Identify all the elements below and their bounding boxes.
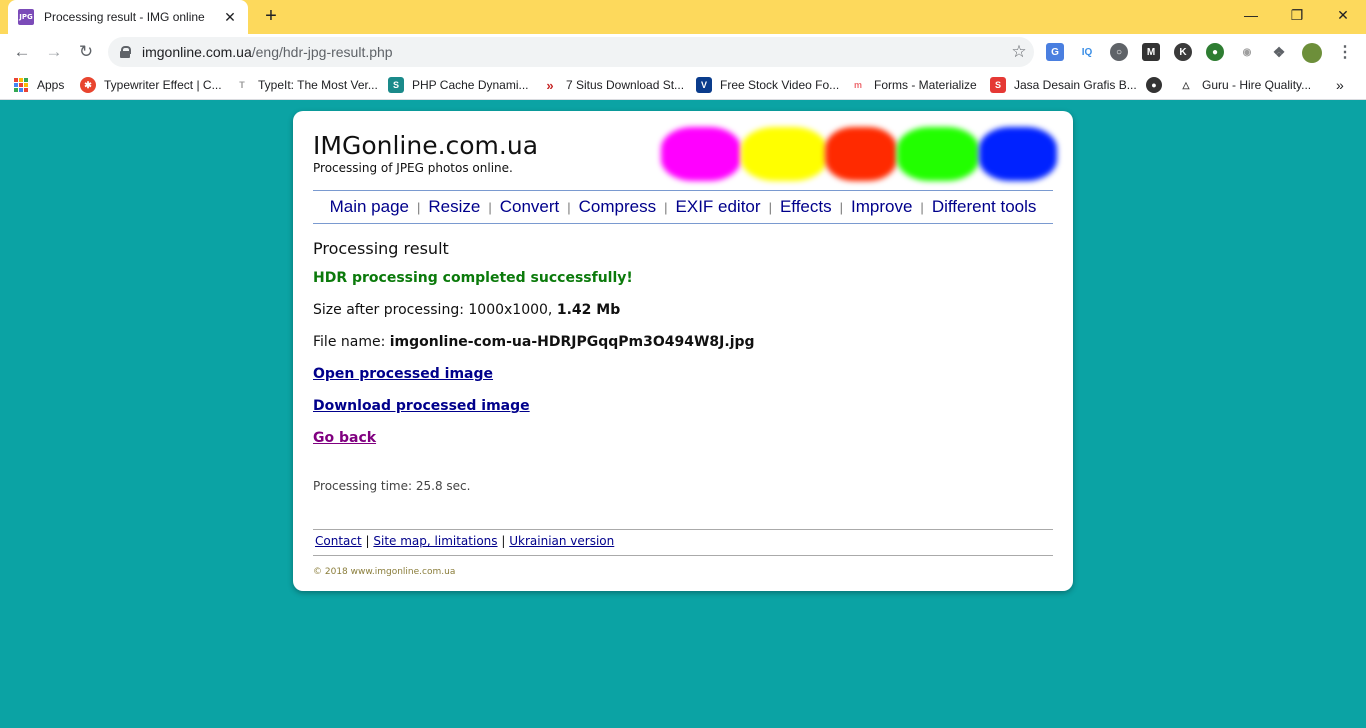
typeit-icon: T xyxy=(234,77,250,93)
nav-divider-bottom xyxy=(313,223,1053,224)
iq-extension-icon[interactable]: IQ xyxy=(1078,43,1096,61)
menu-dots-icon[interactable]: ⋮ xyxy=(1336,43,1354,61)
bookmark-php-cache[interactable]: S PHP Cache Dynami... xyxy=(388,76,529,94)
site-title[interactable]: IMGonline.com.ua xyxy=(313,131,538,160)
nav-separator: | xyxy=(416,199,421,215)
nav-separator: | xyxy=(664,199,668,215)
bookmark-jasa-desain[interactable]: S Jasa Desain Grafis B... xyxy=(990,76,1137,94)
footer-sitemap-link[interactable]: Site map, limitations xyxy=(373,534,497,548)
k-extension-icon[interactable]: K xyxy=(1174,43,1192,61)
open-image-link[interactable]: Open processed image xyxy=(313,366,493,382)
bookmark-star-icon[interactable]: ☆ xyxy=(1004,42,1034,62)
chevron-red-icon: » xyxy=(542,77,558,93)
google-translate-icon[interactable]: G xyxy=(1046,43,1064,61)
nav-separator: | xyxy=(768,199,772,215)
footer-separator: | xyxy=(365,534,370,548)
nav-separator: | xyxy=(920,199,924,215)
bookmarks-bar: Apps ✱ Typewriter Effect | C... T TypeIt… xyxy=(0,70,1366,100)
nav-separator: | xyxy=(839,199,843,215)
blue-blob xyxy=(979,127,1057,181)
nav-separator: | xyxy=(567,199,571,215)
m-extension-icon[interactable]: M xyxy=(1142,43,1160,61)
page-title: Processing result xyxy=(313,239,449,258)
profile-avatar-icon[interactable] xyxy=(1302,43,1322,63)
nav-improve[interactable]: Improve xyxy=(851,197,912,217)
footer-separator: | xyxy=(501,534,506,548)
size-info: Size after processing: 1000x1000, 1.42 M… xyxy=(313,302,620,318)
footer-ukrainian-link[interactable]: Ukrainian version xyxy=(509,534,614,548)
guru-icon: △ xyxy=(1178,77,1194,93)
bookmark-typewriter[interactable]: ✱ Typewriter Effect | C... xyxy=(80,76,222,94)
browser-tab[interactable]: JPG Processing result - IMG online ✕ xyxy=(8,0,248,34)
camera-extension-icon[interactable]: ◉ xyxy=(1238,43,1256,61)
green-blob xyxy=(897,127,979,181)
color-blobs-logo xyxy=(659,121,1059,185)
bookmark-materialize[interactable]: m Forms - Materialize xyxy=(850,76,977,94)
address-bar[interactable]: imgonline.com.ua/eng/hdr-jpg-result.php … xyxy=(108,37,1034,67)
apps-grid-icon xyxy=(14,78,28,92)
lock-icon[interactable] xyxy=(120,46,131,58)
footer-contact-link[interactable]: Contact xyxy=(315,534,362,548)
bookmark-guru[interactable]: △ Guru - Hire Quality... xyxy=(1178,76,1311,94)
bookmarks-overflow-icon[interactable]: » xyxy=(1336,76,1344,94)
nav-effects[interactable]: Effects xyxy=(780,197,832,217)
nav-separator: | xyxy=(488,199,492,215)
bookmark-free-stock-video[interactable]: V Free Stock Video Fo... xyxy=(696,76,839,94)
nav-exif-editor[interactable]: EXIF editor xyxy=(676,197,761,217)
page-card: IMGonline.com.ua Processing of JPEG phot… xyxy=(293,111,1073,591)
forward-arrow-icon[interactable]: → xyxy=(41,39,67,65)
bookmark-7-situs[interactable]: » 7 Situs Download St... xyxy=(542,76,684,94)
globe-icon: ● xyxy=(1146,77,1162,93)
size-label: Size after processing: xyxy=(313,302,464,318)
nav-convert[interactable]: Convert xyxy=(500,197,560,217)
reload-icon[interactable]: ↻ xyxy=(73,39,99,65)
nav-resize[interactable]: Resize xyxy=(428,197,480,217)
php-cache-icon: S xyxy=(388,77,404,93)
materialize-icon: m xyxy=(850,77,866,93)
puzzle-extensions-icon[interactable]: ❖ xyxy=(1270,43,1288,61)
browser-titlebar: JPG Processing result - IMG online ✕ + —… xyxy=(0,0,1366,34)
site-subtitle: Processing of JPEG photos online. xyxy=(313,161,513,175)
s-logo-icon: S xyxy=(990,77,1006,93)
restore-icon[interactable]: ❐ xyxy=(1274,0,1320,30)
footer-links: Contact | Site map, limitations | Ukrain… xyxy=(315,534,614,548)
file-label: File name: xyxy=(313,334,386,350)
file-name: imgonline-com-ua-HDRJPGqqPm3O494W8J.jpg xyxy=(389,334,755,350)
url-text[interactable]: imgonline.com.ua/eng/hdr-jpg-result.php xyxy=(142,44,1004,60)
copyright: © 2018 www.imgonline.com.ua xyxy=(313,567,456,577)
minimize-icon[interactable]: — xyxy=(1228,0,1274,30)
processing-time: Processing time: 25.8 sec. xyxy=(313,479,471,493)
yellow-blob xyxy=(741,127,827,181)
new-tab-icon[interactable]: + xyxy=(260,5,282,27)
bookmark-apps[interactable]: Apps xyxy=(14,76,64,94)
browser-toolbar: ← → ↻ imgonline.com.ua/eng/hdr-jpg-resul… xyxy=(0,34,1366,70)
nav-compress[interactable]: Compress xyxy=(579,197,656,217)
red-blob xyxy=(825,127,897,181)
tab-title: Processing result - IMG online xyxy=(44,10,205,24)
magenta-blob xyxy=(661,127,741,181)
typewriter-icon: ✱ xyxy=(80,77,96,93)
globe-extension-icon[interactable]: ● xyxy=(1206,43,1224,61)
file-info: File name: imgonline-com-ua-HDRJPGqqPm3O… xyxy=(313,334,755,350)
size-value: 1.42 Mb xyxy=(556,302,621,318)
close-tab-icon[interactable]: ✕ xyxy=(222,9,238,26)
size-dims: 1000x1000, xyxy=(468,302,553,318)
jpg-favicon-icon: JPG xyxy=(18,9,34,25)
nav-different-tools[interactable]: Different tools xyxy=(932,197,1037,217)
v-logo-icon: V xyxy=(696,77,712,93)
go-back-link[interactable]: Go back xyxy=(313,430,376,446)
close-window-icon[interactable]: ✕ xyxy=(1320,0,1366,30)
nav-divider-top xyxy=(313,190,1053,191)
chat-extension-icon[interactable]: ○ xyxy=(1110,43,1128,61)
bookmark-typeit[interactable]: T TypeIt: The Most Ver... xyxy=(234,76,378,94)
footer-divider-top xyxy=(313,529,1053,530)
download-image-link[interactable]: Download processed image xyxy=(313,398,530,414)
back-arrow-icon[interactable]: ← xyxy=(9,39,35,65)
success-message: HDR processing completed successfully! xyxy=(313,270,633,286)
nav-main-page[interactable]: Main page xyxy=(330,197,409,217)
footer-divider-bottom xyxy=(313,555,1053,556)
main-navigation: Main page | Resize | Convert | Compress … xyxy=(313,196,1053,218)
bookmark-globe[interactable]: ● xyxy=(1146,76,1170,94)
